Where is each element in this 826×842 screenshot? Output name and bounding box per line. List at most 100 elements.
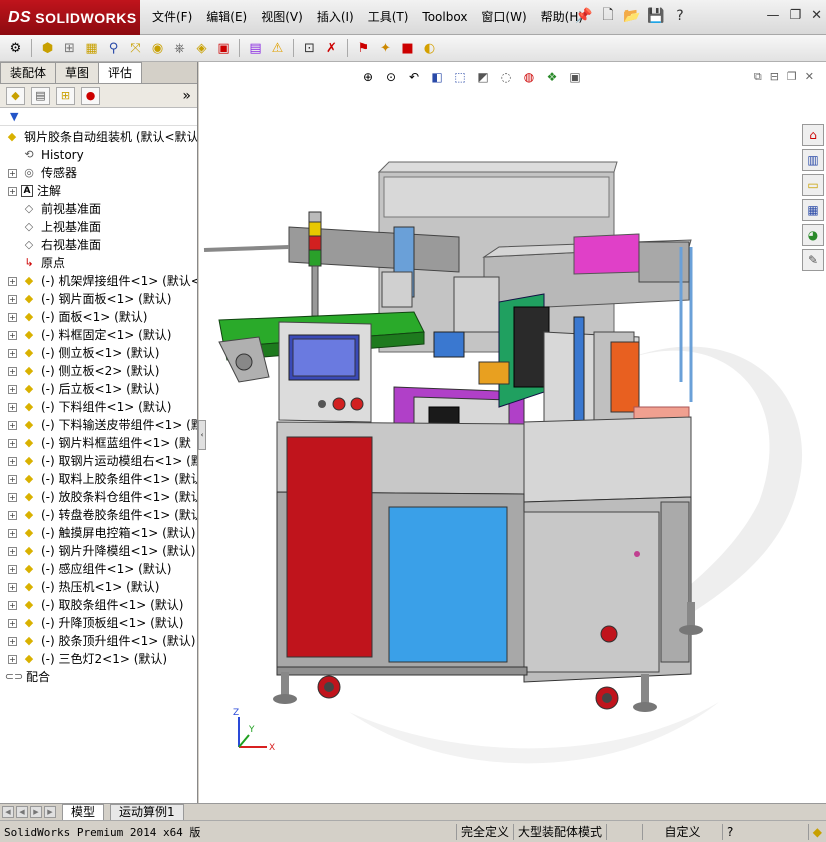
machine-frame[interactable] — [276, 416, 692, 683]
last-tab-icon[interactable]: ▶ — [44, 806, 56, 818]
expand-toggle[interactable]: + — [8, 438, 17, 448]
graphics-area[interactable]: ⊕ ⊙ ↶ ◧ ⬚ ◩ ◌ ◍ ❖ ▣ ⧉ ⊟ ❐ ✕ ⌂ ▥ ▭ ▦ ◕ ✎ — [199, 62, 826, 803]
menu-insert[interactable]: 插入(I) — [310, 0, 361, 35]
component-pattern-icon[interactable]: ▦ — [82, 39, 101, 58]
tree-component-item[interactable]: + ◆ (-) 三色灯2<1> (默认) — [0, 650, 197, 668]
tree-component-item[interactable]: + ◆ (-) 触摸屏电控箱<1> (默认) — [0, 524, 197, 542]
feature-manager-icon[interactable]: ◆ — [6, 86, 25, 105]
tree-node-plane[interactable]: ◇ 右视基准面 — [0, 236, 197, 254]
tree-node-plane[interactable]: ◇ 上视基准面 — [0, 218, 197, 236]
custom-units[interactable]: 自定义 — [642, 823, 722, 840]
new-motion-study-icon[interactable]: ▣ — [214, 39, 233, 58]
expand-toggle[interactable]: + — [8, 402, 17, 412]
tree-node-plane[interactable]: ◇ 前视基准面 — [0, 200, 197, 218]
tree-component-item[interactable]: + ◆ (-) 钢片升降模组<1> (默认) — [0, 542, 197, 560]
tree-component-item[interactable]: + ◆ (-) 取胶条组件<1> (默认) — [0, 596, 197, 614]
tree-component-item[interactable]: + ◆ (-) 侧立板<2> (默认) — [0, 362, 197, 380]
expand-toggle[interactable]: + — [8, 618, 17, 628]
menu-tools[interactable]: 工具(T) — [361, 0, 416, 35]
toolbar-options-icon[interactable]: ⚙ — [6, 39, 25, 58]
instant3d-icon[interactable]: ⚑ — [354, 39, 373, 58]
signal-light-tower[interactable] — [308, 211, 322, 317]
tree-component-item[interactable]: + ◆ (-) 侧立板<1> (默认) — [0, 344, 197, 362]
expand-toggle[interactable]: + — [8, 456, 17, 466]
expand-toggle[interactable]: + — [8, 312, 17, 322]
tree-component-item[interactable]: + ◆ (-) 升降顶板组<1> (默认) — [0, 614, 197, 632]
assembly-model-view[interactable]: Z X Y — [199, 62, 826, 803]
assembly-features-icon[interactable]: ⎈ — [170, 39, 189, 58]
tree-component-item[interactable]: + ◆ (-) 后立板<1> (默认) — [0, 380, 197, 398]
expand-toggle[interactable]: + — [8, 276, 17, 286]
move-component-icon[interactable]: ⤧ — [126, 39, 145, 58]
prev-tab-icon[interactable]: ◀ — [16, 806, 28, 818]
expand-panel-icon[interactable]: » — [182, 88, 191, 104]
expand-toggle[interactable]: + — [8, 330, 17, 340]
expand-toggle[interactable]: + — [8, 636, 17, 646]
tree-node-origin[interactable]: ↳ 原点 — [0, 254, 197, 272]
tree-component-item[interactable]: + ◆ (-) 料框固定<1> (默认) — [0, 326, 197, 344]
expand-toggle[interactable]: + — [8, 186, 17, 196]
expand-toggle[interactable]: + — [8, 366, 17, 376]
close-icon[interactable]: ✕ — [811, 8, 822, 23]
interference-detection-icon[interactable]: ⊡ — [300, 39, 319, 58]
tree-component-item[interactable]: + ◆ (-) 下料输送皮带组件<1> (默 — [0, 416, 197, 434]
tree-component-item[interactable]: + ◆ (-) 钢片料框蓝组件<1> (默 — [0, 434, 197, 452]
tree-component-item[interactable]: + ◆ (-) 机架焊接组件<1> (默认< — [0, 272, 197, 290]
insert-component-icon[interactable]: ⬢ — [38, 39, 57, 58]
help-status-icon[interactable]: ? — [722, 823, 737, 840]
tree-component-item[interactable]: + ◆ (-) 取钢片运动模组右<1> (默 — [0, 452, 197, 470]
large-assembly-mode[interactable]: 大型装配体模式 — [513, 823, 606, 840]
expand-toggle[interactable]: + — [8, 474, 17, 484]
touch-screen-control-box[interactable] — [278, 321, 372, 423]
bill-of-materials-icon[interactable]: ▤ — [246, 39, 265, 58]
restore-icon[interactable]: ❐ — [789, 8, 801, 23]
tab-assembly[interactable]: 装配体 — [0, 62, 57, 83]
tree-node-history[interactable]: ⟲ History — [0, 146, 197, 164]
tab-sketch[interactable]: 草图 — [55, 62, 100, 83]
expand-toggle[interactable]: + — [8, 582, 17, 592]
save-icon[interactable]: 💾 — [646, 6, 666, 26]
clearance-verification-icon[interactable]: ✗ — [322, 39, 341, 58]
tree-component-item[interactable]: + ◆ (-) 下料组件<1> (默认) — [0, 398, 197, 416]
tree-root[interactable]: ◆ 钢片胶条自动组装机 (默认<默认 — [0, 128, 197, 146]
pin-icon[interactable]: 📌 — [574, 6, 594, 26]
menu-toolbox[interactable]: Toolbox — [415, 0, 474, 35]
tree-component-item[interactable]: + ◆ (-) 面板<1> (默认) — [0, 308, 197, 326]
expand-toggle[interactable]: + — [8, 168, 17, 178]
tree-component-item[interactable]: + ◆ (-) 胶条顶升组件<1> (默认) — [0, 632, 197, 650]
tree-component-item[interactable]: + ◆ (-) 感应组件<1> (默认) — [0, 560, 197, 578]
expand-toggle[interactable]: + — [8, 384, 17, 394]
open-icon[interactable]: 📂 — [622, 6, 642, 26]
property-manager-icon[interactable]: ▤ — [31, 86, 50, 105]
menu-window[interactable]: 窗口(W) — [474, 0, 533, 35]
expand-toggle[interactable]: + — [8, 294, 17, 304]
tree-component-item[interactable]: + ◆ (-) 钢片面板<1> (默认) — [0, 290, 197, 308]
expand-toggle[interactable]: + — [8, 492, 17, 502]
show-hidden-icon[interactable]: ◉ — [148, 39, 167, 58]
tree-component-item[interactable]: + ◆ (-) 取料上胶条组件<1> (默认 — [0, 470, 197, 488]
menu-file[interactable]: 文件(F) — [145, 0, 199, 35]
expand-toggle[interactable]: + — [8, 510, 17, 520]
tree-component-item[interactable]: + ◆ (-) 热压机<1> (默认) — [0, 578, 197, 596]
exploded-view-icon[interactable]: ⚠ — [268, 39, 287, 58]
tree-filter[interactable]: ▼ — [0, 108, 197, 126]
assembly-xpert-icon[interactable]: ✦ — [376, 39, 395, 58]
tab-motion-study[interactable]: 运动算例1 — [110, 803, 184, 821]
mate-icon[interactable]: ⊞ — [60, 39, 79, 58]
menu-view[interactable]: 视图(V) — [254, 0, 310, 35]
new-document-icon[interactable]: 🗋 — [598, 6, 618, 26]
large-design-review-icon[interactable]: ■ — [398, 39, 417, 58]
expand-toggle[interactable]: + — [8, 564, 17, 574]
tab-model[interactable]: 模型 — [62, 803, 105, 821]
minimize-icon[interactable]: — — [766, 8, 779, 23]
tree-component-item[interactable]: + ◆ (-) 转盘卷胶条组件<1> (默认 — [0, 506, 197, 524]
display-manager-icon[interactable]: ● — [81, 86, 100, 105]
smart-fasteners-icon[interactable]: ⚲ — [104, 39, 123, 58]
expand-toggle[interactable]: + — [8, 420, 17, 430]
expand-toggle[interactable]: + — [8, 348, 17, 358]
help-icon[interactable]: ? — [670, 6, 690, 26]
panel-collapse-handle[interactable]: ‹ — [198, 420, 206, 450]
menu-edit[interactable]: 编辑(E) — [199, 0, 254, 35]
filter-icon[interactable]: ▼ — [10, 110, 18, 123]
tree-component-item[interactable]: + ◆ (-) 放胶条料仓组件<1> (默认 — [0, 488, 197, 506]
